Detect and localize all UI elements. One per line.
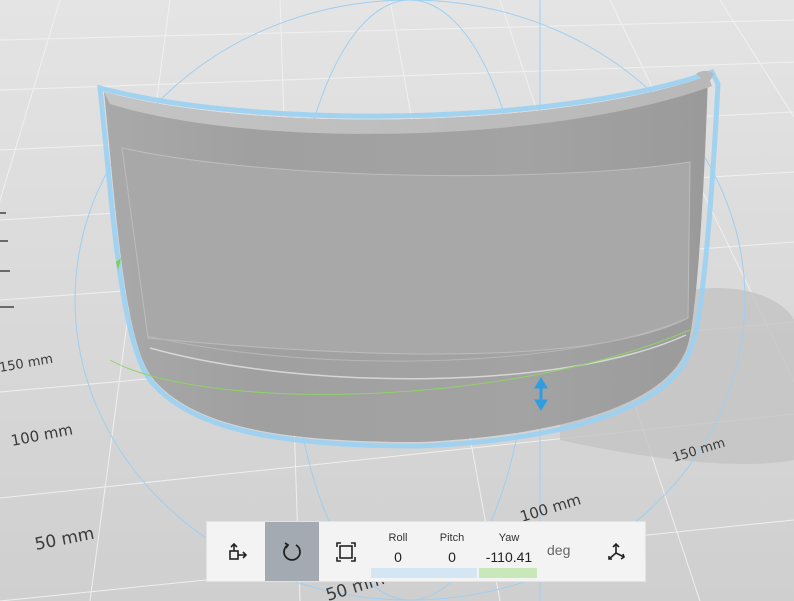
rotate-icon (283, 541, 301, 561)
band-model[interactable] (97, 68, 721, 449)
degree-unit-label: deg (547, 542, 571, 558)
pitch-label: Pitch (439, 532, 465, 544)
scale-icon (336, 541, 356, 562)
axes-tool-button[interactable] (589, 522, 643, 581)
yaw-field: Yaw -110.41 (479, 528, 539, 572)
yaw-label: Yaw (498, 532, 520, 544)
roll-input[interactable]: 0 (394, 545, 402, 569)
rotate-tool-button[interactable] (265, 522, 319, 581)
band-recess-panel (121, 147, 691, 355)
pitch-field: Pitch 0 (425, 528, 479, 572)
roll-field: Roll 0 (373, 528, 423, 572)
scale-tool-button[interactable] (319, 522, 373, 581)
roll-label: Roll (388, 532, 408, 544)
move-tool-button[interactable] (211, 522, 265, 581)
rotate-toolbar: Roll 0 Pitch 0 Yaw -110.41 deg (206, 521, 646, 582)
pitch-input[interactable]: 0 (448, 545, 456, 569)
axes-icon (608, 542, 625, 560)
yaw-axis-bar (479, 568, 537, 578)
3d-viewport[interactable]: 50 mm 100 mm 150 mm 150 mm 100 mm 50 mm (0, 0, 794, 601)
yaw-input[interactable]: -110.41 (486, 545, 532, 569)
move-icon (229, 542, 248, 560)
